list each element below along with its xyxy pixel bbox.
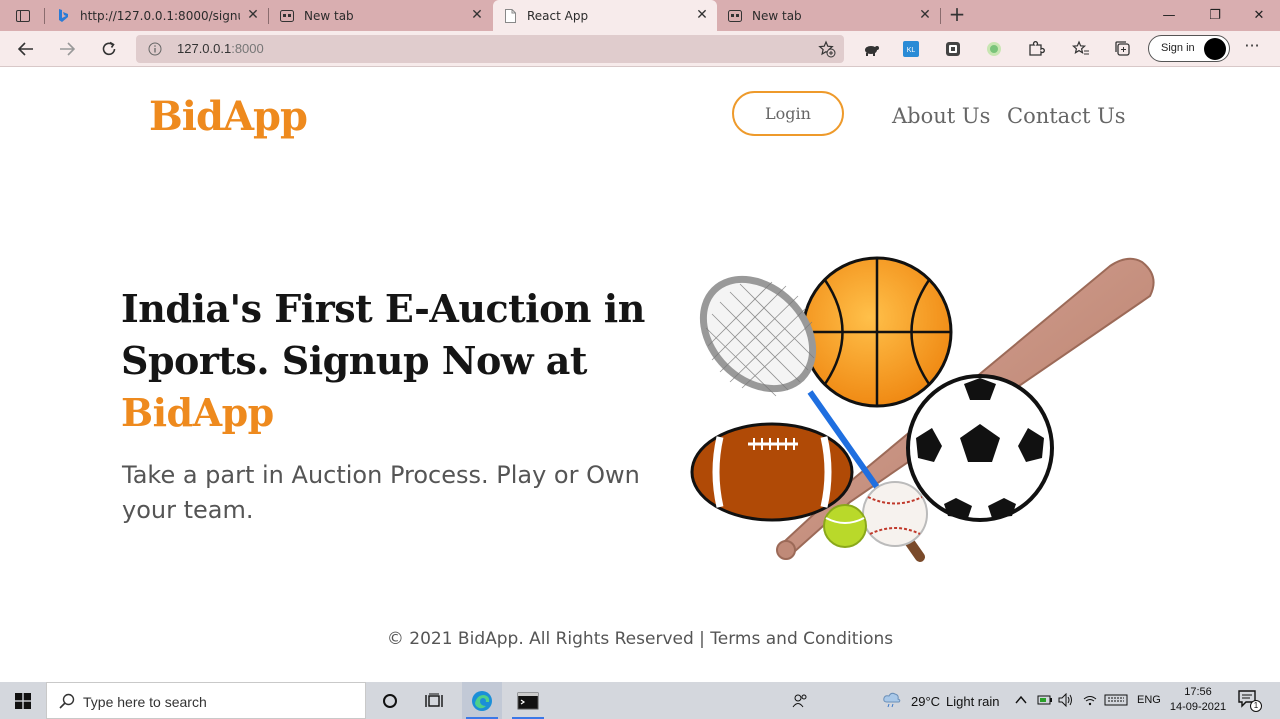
close-tab-icon[interactable]: ✕: [695, 8, 709, 22]
collections-icon[interactable]: [1114, 40, 1132, 58]
back-arrow-icon: [18, 42, 33, 56]
clock-time: 17:56: [1184, 686, 1212, 698]
add-favorite-icon: [818, 40, 836, 58]
battery-icon[interactable]: [1037, 694, 1053, 706]
hero-title-line: Sports. Signup Now at: [121, 338, 587, 383]
avatar: [1204, 38, 1226, 60]
baseball-icon: [862, 481, 928, 547]
search-icon: [59, 693, 75, 709]
extension-notes-icon[interactable]: [944, 40, 962, 58]
back-button[interactable]: [12, 36, 40, 62]
tab-new-tab-1[interactable]: New tab ✕: [270, 0, 492, 31]
forward-arrow-icon: [60, 42, 75, 56]
refresh-icon: [102, 41, 116, 56]
sign-in-button[interactable]: Sign in: [1148, 35, 1230, 62]
language-indicator[interactable]: ENG: [1137, 694, 1161, 706]
tab-actions-icon[interactable]: [8, 5, 38, 27]
browser-toolbar: 127.0.0.1:8000 KL Sign in ···: [0, 31, 1280, 67]
sports-equipment-illustration: [690, 256, 1155, 562]
restore-button[interactable]: ❐: [1192, 0, 1238, 31]
weather-rain-icon[interactable]: [882, 692, 902, 708]
extension-wappalyzer-icon[interactable]: KL: [902, 40, 920, 58]
task-view-button[interactable]: [414, 682, 454, 719]
keyboard-icon[interactable]: [1104, 694, 1128, 706]
people-icon[interactable]: [792, 693, 808, 709]
tab-title: http://127.0.0.1:8000/signup - Bi: [80, 8, 240, 23]
tab-title: New tab: [752, 8, 802, 23]
tab-signup[interactable]: http://127.0.0.1:8000/signup - Bi ✕: [46, 0, 268, 31]
brand-logo[interactable]: BidApp: [149, 93, 308, 140]
address-bar[interactable]: 127.0.0.1:8000: [136, 35, 844, 63]
extension-colorzilla-icon[interactable]: [985, 40, 1003, 58]
task-view-icon: [425, 693, 443, 707]
browser-tab-strip: http://127.0.0.1:8000/signup - Bi ✕ New …: [0, 0, 1280, 31]
refresh-button[interactable]: [95, 36, 123, 62]
terminal-icon: [517, 692, 539, 709]
windows-taskbar: Type here to search 29°C Light rain ENG …: [0, 682, 1280, 719]
basketball-icon: [801, 256, 953, 408]
edge-browser-icon: [472, 690, 492, 711]
bing-icon: [56, 8, 70, 23]
svg-text:KL: KL: [907, 47, 916, 54]
close-tab-icon[interactable]: ✕: [246, 8, 260, 22]
hero-title-brand: BidApp: [121, 390, 274, 435]
forward-button[interactable]: [53, 36, 81, 62]
start-button[interactable]: [0, 682, 46, 719]
url-text[interactable]: 127.0.0.1:8000: [177, 41, 264, 56]
taskbar-clock[interactable]: 17:56 14-09-2021: [1168, 685, 1228, 715]
tab-title: React App: [527, 8, 589, 23]
chevron-up-icon[interactable]: [1015, 695, 1027, 705]
nav-link-contact-us[interactable]: Contact Us: [1007, 104, 1126, 128]
nav-link-about-us[interactable]: About Us: [892, 104, 990, 128]
new-tab-button[interactable]: +: [946, 4, 968, 26]
tab-title: New tab: [304, 8, 354, 23]
windows-logo-icon: [15, 692, 31, 709]
hero-title-line: India's First E-Auction in: [121, 286, 645, 331]
wifi-icon[interactable]: [1082, 693, 1098, 707]
favorites-icon[interactable]: [1072, 40, 1090, 58]
clock-date: 14-09-2021: [1169, 701, 1227, 713]
cortana-icon: [383, 693, 397, 708]
extension-turtle-icon[interactable]: [862, 40, 880, 58]
page-content: BidApp Login About Us Contact Us India's…: [0, 68, 1280, 682]
more-menu-button[interactable]: ···: [1240, 38, 1264, 58]
cortana-button[interactable]: [370, 682, 410, 719]
tab-separator: [44, 8, 45, 24]
notification-center-button[interactable]: 1: [1238, 690, 1262, 712]
tab-new-tab-2[interactable]: New tab ✕: [718, 0, 940, 31]
footer-copyright[interactable]: © 2021 BidApp. All Rights Reserved | Ter…: [0, 629, 1280, 649]
info-icon: [148, 42, 162, 56]
taskbar-app-edge[interactable]: [462, 682, 502, 719]
weather-condition[interactable]: Light rain: [946, 694, 999, 709]
tab-separator: [268, 8, 269, 24]
tab-react-app[interactable]: React App ✕: [493, 0, 717, 31]
notification-count-badge: 1: [1250, 700, 1262, 712]
minimize-button[interactable]: —: [1146, 0, 1192, 31]
new-tab-icon: [728, 9, 742, 23]
soccer-ball-icon: [906, 374, 1054, 522]
new-tab-icon: [280, 9, 294, 23]
hero-subtitle: Take a part in Auction Process. Play or …: [122, 461, 640, 524]
tab-separator: [940, 8, 941, 24]
extensions-puzzle-icon[interactable]: [1027, 40, 1045, 58]
page-icon: [503, 8, 517, 23]
weather-temperature[interactable]: 29°C: [911, 694, 940, 709]
volume-icon[interactable]: [1058, 693, 1074, 707]
hero-title: India's First E-Auction in Sports. Signu…: [121, 283, 661, 439]
close-tab-icon[interactable]: ✕: [918, 8, 932, 22]
taskbar-app-terminal[interactable]: [508, 682, 548, 719]
close-window-button[interactable]: ✕: [1236, 0, 1280, 31]
login-button[interactable]: Login: [732, 91, 844, 136]
tennis-ball-icon: [823, 504, 867, 548]
search-placeholder: Type here to search: [83, 694, 207, 710]
close-tab-icon[interactable]: ✕: [470, 8, 484, 22]
american-football-icon: [690, 422, 854, 522]
sign-in-label: Sign in: [1161, 42, 1195, 54]
taskbar-search-box[interactable]: Type here to search: [46, 682, 366, 719]
